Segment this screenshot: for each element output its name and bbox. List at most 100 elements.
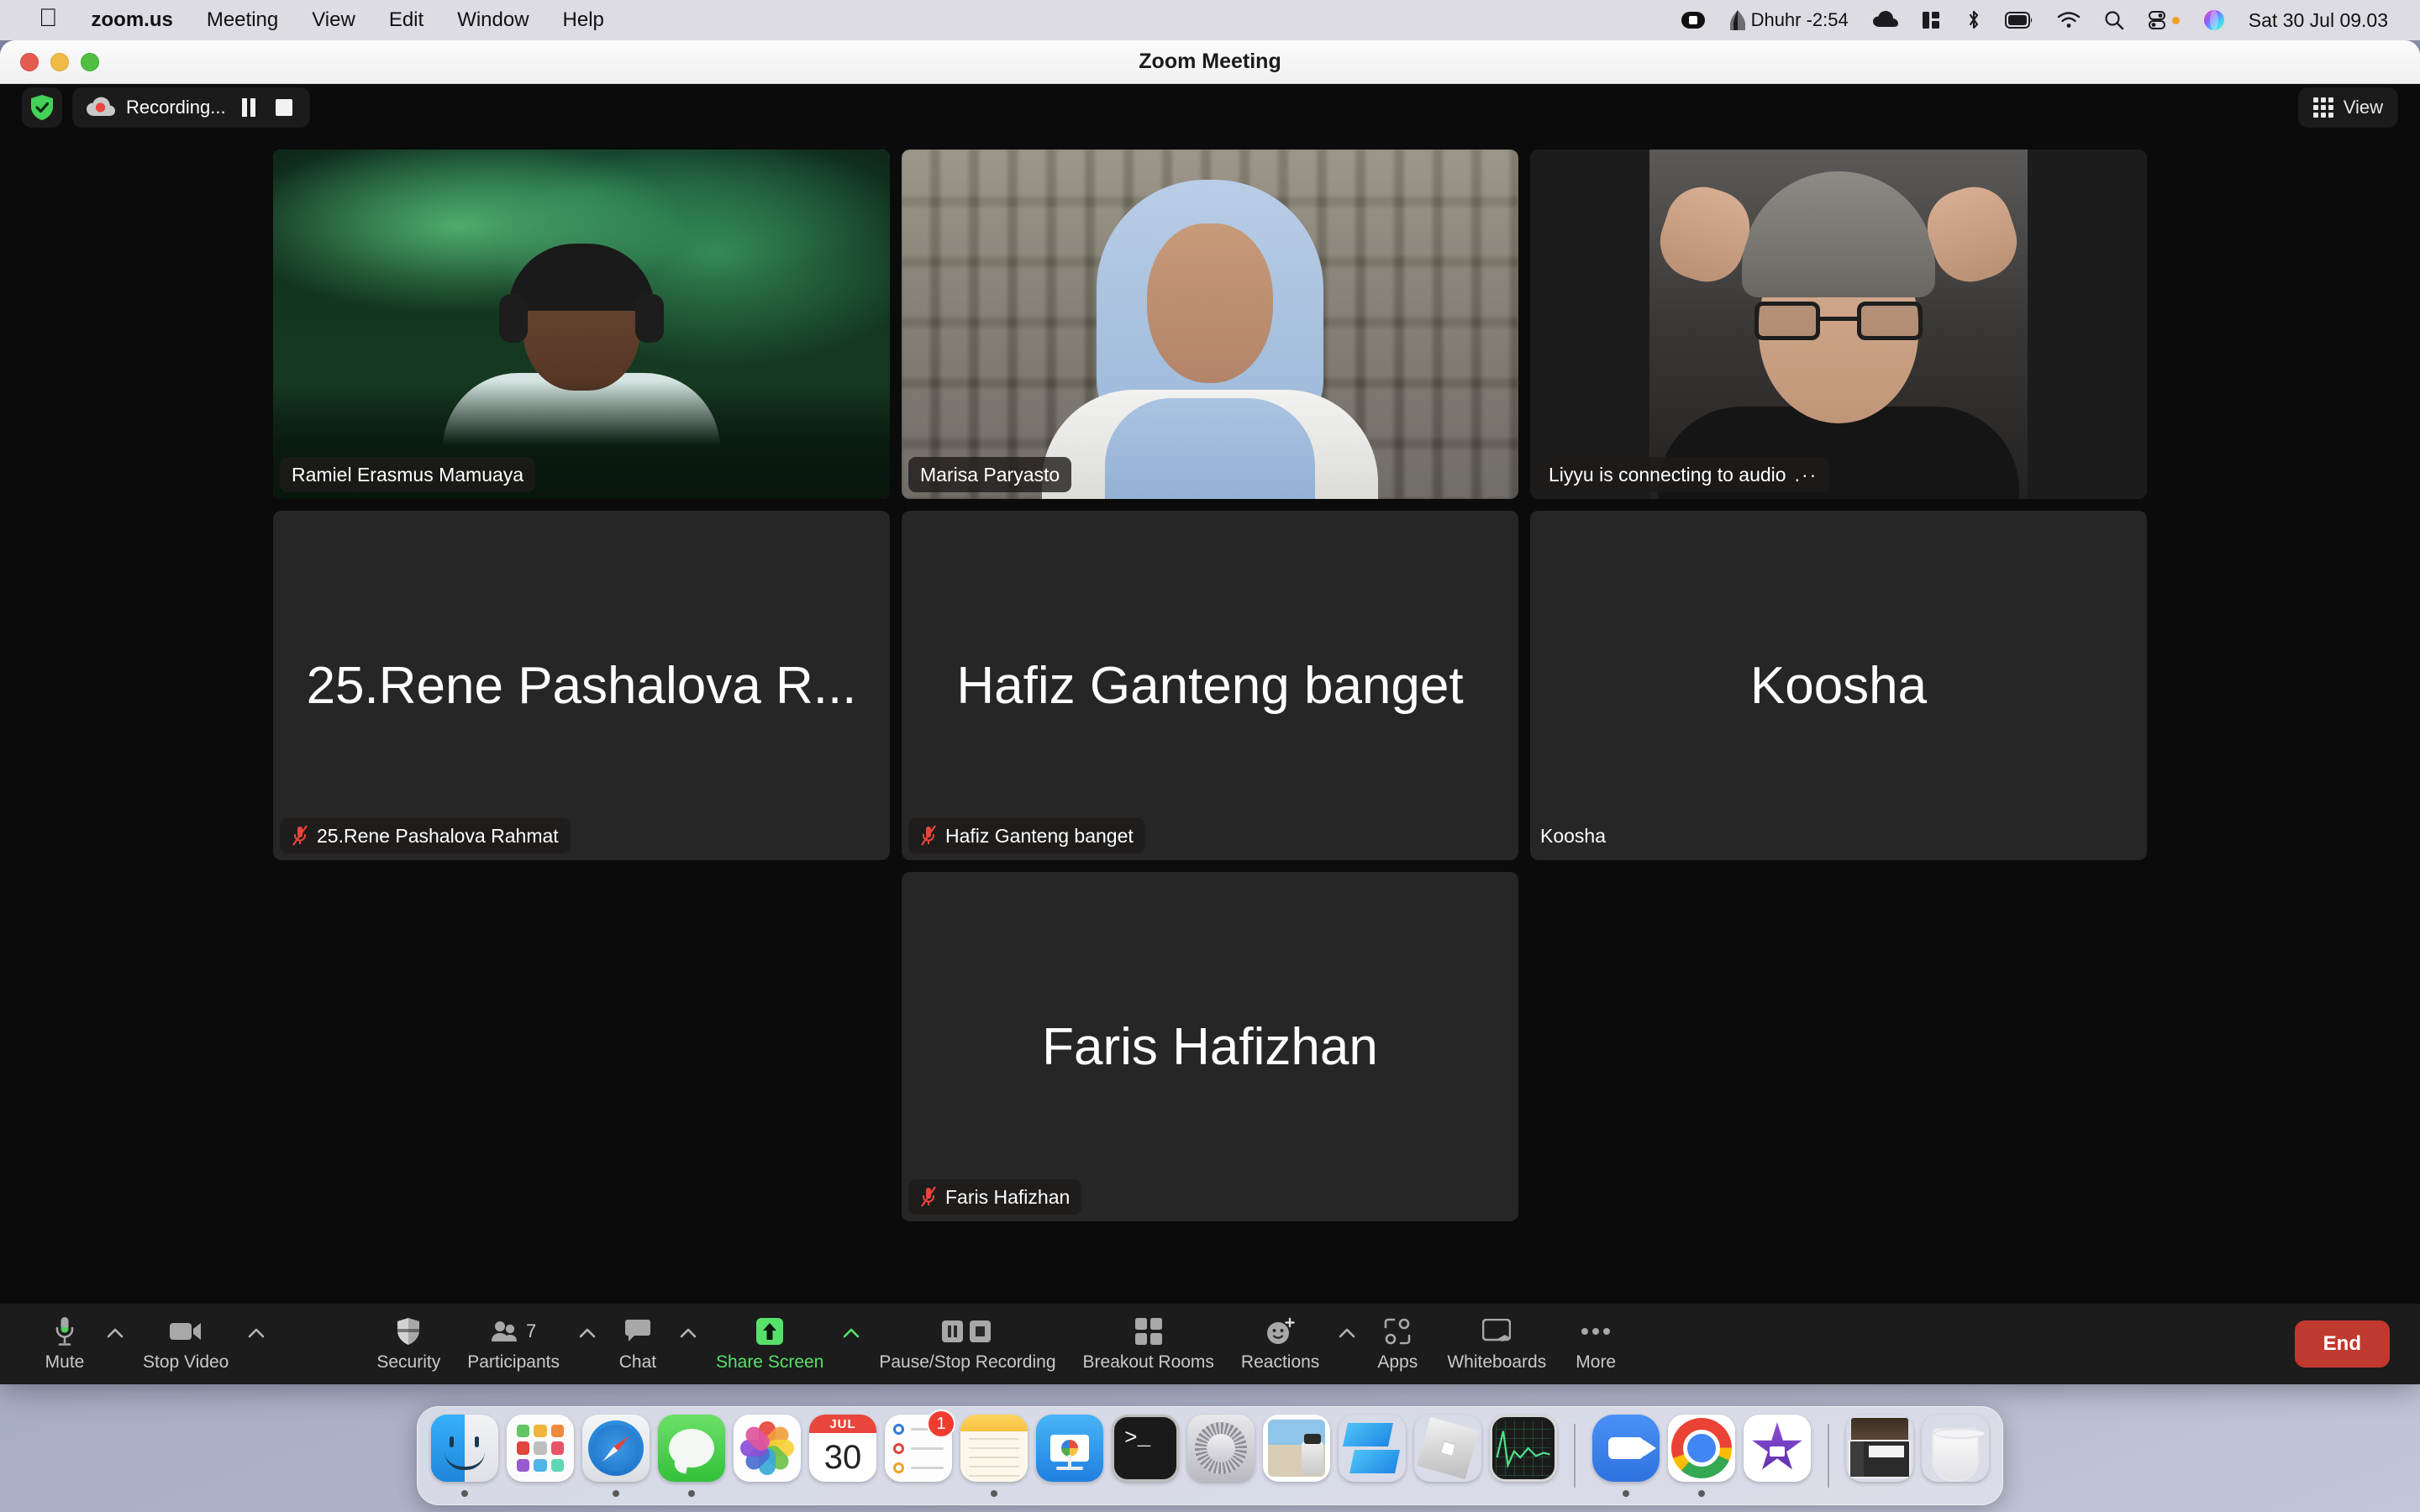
bluetooth-icon[interactable]	[1954, 0, 1993, 40]
muted-microphone-icon	[920, 1186, 937, 1208]
mute-button-label: Mute	[45, 1352, 85, 1372]
reactions-button[interactable]: Reactions	[1228, 1304, 1333, 1384]
wifi-icon[interactable]	[2045, 0, 2092, 40]
participant-tile-rene[interactable]: 25.Rene Pashalova R... 25.Rene Pashalova…	[273, 511, 890, 860]
dock-item-safari[interactable]	[581, 1410, 651, 1502]
participant-name-badge: Hafiz Ganteng banget	[908, 818, 1145, 853]
dock-item-notes[interactable]	[959, 1410, 1029, 1502]
menu-item-edit[interactable]: Edit	[372, 0, 440, 40]
spotlight-search-icon[interactable]	[2092, 0, 2136, 40]
participant-tile-liyyu[interactable]: Liyyu is connecting to audio .··	[1530, 150, 2147, 499]
menu-item-meeting[interactable]: Meeting	[190, 0, 295, 40]
screen-recording-icon[interactable]	[1669, 0, 1718, 40]
recording-status-label: Recording...	[126, 97, 226, 118]
chat-options-caret-icon[interactable]	[674, 1304, 702, 1384]
person-silhouette	[1042, 180, 1378, 499]
video-grid-row: Faris Hafizhan Faris Hafizhan	[273, 872, 2147, 1221]
stage-manager-icon[interactable]	[1911, 0, 1954, 40]
stop-video-button[interactable]: Stop Video	[129, 1304, 242, 1384]
control-bar-center: Security 7 Participants Chat Share Scree…	[363, 1304, 1632, 1384]
menu-item-help[interactable]: Help	[546, 0, 621, 40]
menu-item-view[interactable]: View	[295, 0, 372, 40]
video-feed	[902, 150, 1518, 499]
dock-item-keynote[interactable]	[1034, 1410, 1105, 1502]
participant-tile-hafiz[interactable]: Hafiz Ganteng banget Hafiz Ganteng bange…	[902, 511, 1518, 860]
control-center-icon[interactable]	[2136, 0, 2191, 40]
more-button[interactable]: More	[1560, 1304, 1632, 1384]
participant-tile-ramiel[interactable]: Ramiel Erasmus Mamuaya	[273, 150, 890, 499]
dock-item-zoom[interactable]	[1591, 1410, 1661, 1502]
dock-item-activity-monitor[interactable]	[1488, 1410, 1559, 1502]
share-screen-options-caret-icon[interactable]	[837, 1304, 865, 1384]
dock-item-slack[interactable]	[1337, 1410, 1407, 1502]
dock-item-downloads[interactable]	[1844, 1410, 1915, 1502]
participant-tile-faris[interactable]: Faris Hafizhan Faris Hafizhan	[902, 872, 1518, 1221]
pause-recording-button[interactable]	[236, 95, 261, 120]
dock-item-finder[interactable]	[429, 1410, 500, 1502]
reminders-badge-count: 1	[927, 1410, 955, 1438]
participant-tile-marisa[interactable]: Marisa Paryasto	[902, 150, 1518, 499]
mute-button[interactable]: Mute	[29, 1304, 101, 1384]
siri-icon[interactable]	[2191, 0, 2237, 40]
dock-item-trash[interactable]	[1920, 1410, 1991, 1502]
dock-item-launchpad[interactable]	[505, 1410, 576, 1502]
menu-bar-clock[interactable]: Sat 30 Jul 09.03	[2237, 0, 2400, 40]
chat-button[interactable]: Chat	[602, 1304, 674, 1384]
video-options-caret-icon[interactable]	[242, 1304, 271, 1384]
recording-status-pill: Recording...	[72, 87, 310, 128]
dock-item-roblox[interactable]	[1413, 1410, 1483, 1502]
breakout-rooms-grid-icon	[1134, 1315, 1162, 1347]
window-title-bar: Zoom Meeting	[0, 40, 2420, 84]
view-button-label: View	[2343, 97, 2383, 118]
dock-separator	[1828, 1424, 1829, 1488]
participant-name-badge: 25.Rene Pashalova Rahmat	[280, 818, 571, 853]
dock-item-calendar[interactable]: JUL 30	[808, 1410, 878, 1502]
dock-item-imovie[interactable]	[1742, 1410, 1812, 1502]
security-shield-check-icon[interactable]	[22, 87, 62, 128]
security-button[interactable]: Security	[363, 1304, 454, 1384]
dock-item-photos[interactable]	[732, 1410, 802, 1502]
share-screen-button-label: Share Screen	[715, 1352, 824, 1372]
breakout-rooms-button[interactable]: Breakout Rooms	[1070, 1304, 1228, 1384]
participants-options-caret-icon[interactable]	[573, 1304, 602, 1384]
participant-video-grid: Ramiel Erasmus Mamuaya Marisa Paryasto L…	[273, 150, 2147, 1233]
participant-tile-koosha[interactable]: Koosha Koosha	[1530, 511, 2147, 860]
dock-item-terminal[interactable]: >_	[1110, 1410, 1181, 1502]
whiteboards-button[interactable]: Whiteboards	[1434, 1304, 1560, 1384]
menu-item-window[interactable]: Window	[440, 0, 545, 40]
cloud-icon[interactable]	[1860, 0, 1911, 40]
stop-recording-button[interactable]	[271, 95, 297, 120]
apps-button-label: Apps	[1377, 1352, 1418, 1372]
participant-display-name: 25.Rene Pashalova R...	[306, 656, 857, 715]
window-title: Zoom Meeting	[1139, 50, 1281, 73]
view-layout-button[interactable]: View	[2297, 87, 2398, 128]
prayer-time-status[interactable]: Dhuhr -2:54	[1718, 0, 1860, 40]
apple-logo-icon[interactable]: 	[22, 0, 75, 40]
share-screen-button[interactable]: Share Screen	[702, 1304, 837, 1384]
end-meeting-button[interactable]: End	[2294, 1320, 2390, 1368]
participants-button[interactable]: 7 Participants	[454, 1304, 573, 1384]
dock-item-reminders[interactable]: 1	[883, 1410, 955, 1502]
calendar-day-label: 30	[823, 1438, 862, 1476]
dock-item-preview[interactable]	[1261, 1410, 1332, 1502]
participant-display-name: Koosha	[1749, 656, 1928, 715]
breakout-rooms-label: Breakout Rooms	[1082, 1352, 1214, 1372]
meeting-top-bar: Recording... View	[0, 84, 2420, 131]
pause-stop-recording-button[interactable]: Pause/Stop Recording	[865, 1304, 1069, 1384]
battery-icon[interactable]	[1993, 0, 2045, 40]
reactions-options-caret-icon[interactable]	[1333, 1304, 1361, 1384]
menu-item-zoomus[interactable]: zoom.us	[75, 0, 190, 40]
dock-item-chrome[interactable]	[1666, 1410, 1737, 1502]
participant-name-badge: Liyyu is connecting to audio .··	[1537, 457, 1830, 492]
zoom-meeting-window: Zoom Meeting Recording... View Ramiel Er…	[0, 40, 2420, 1384]
security-button-label: Security	[376, 1352, 441, 1372]
shield-icon	[396, 1315, 421, 1347]
participant-name: Ramiel Erasmus Mamuaya	[292, 463, 524, 486]
dock-item-messages[interactable]	[656, 1410, 727, 1502]
participant-name: Hafiz Ganteng banget	[945, 824, 1134, 847]
participant-name-badge: Koosha	[1537, 818, 1618, 853]
chat-bubble-icon	[624, 1315, 651, 1347]
apps-button[interactable]: Apps	[1361, 1304, 1434, 1384]
dock-item-system-preferences[interactable]	[1186, 1410, 1256, 1502]
audio-options-caret-icon[interactable]	[101, 1304, 129, 1384]
